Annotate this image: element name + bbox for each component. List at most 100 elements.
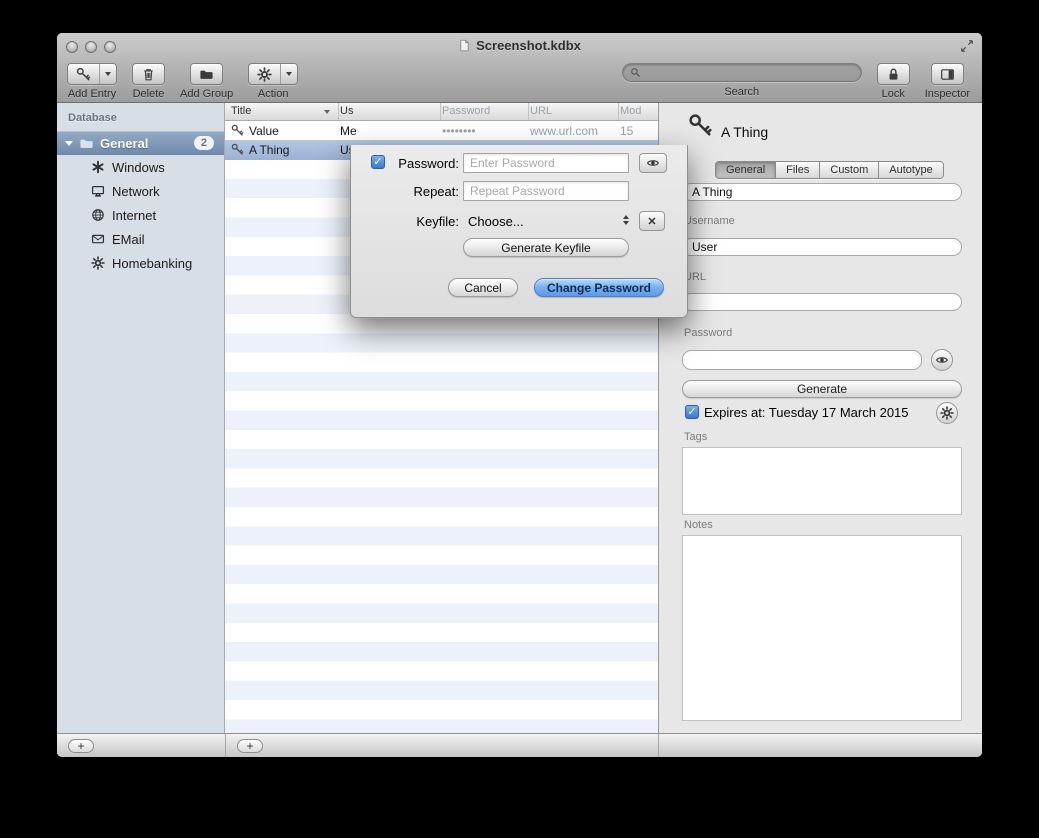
reveal-password-button[interactable] — [931, 349, 953, 371]
sidebar-item-label: Homebanking — [112, 256, 192, 271]
username-label: Username — [684, 215, 735, 227]
entry-title-cell: Value — [249, 124, 279, 138]
group-count-badge: 2 — [194, 136, 214, 150]
add-group-footer-button[interactable]: + — [68, 739, 94, 753]
column-divider[interactable] — [618, 103, 619, 120]
sidebar-item-homebanking[interactable]: Homebanking — [57, 251, 224, 275]
toolbar: Add Entry Delete Add Group Action — [57, 58, 982, 103]
disclosure-triangle-icon[interactable] — [65, 141, 73, 146]
delete-label: Delete — [133, 88, 165, 100]
expires-checkbox[interactable]: ✓ — [685, 405, 699, 419]
lock-button[interactable] — [877, 63, 910, 85]
column-header-password[interactable]: Password — [442, 105, 490, 117]
key-icon — [76, 67, 91, 82]
title-wrap: Screenshot.kdbx — [57, 33, 982, 58]
column-divider[interactable] — [528, 103, 529, 120]
inspector-panel: A Thing General Files Custom Autotype Us… — [658, 103, 982, 733]
inspector-entry-title: A Thing — [721, 124, 768, 140]
add-group-toolbar-item: Add Group — [180, 63, 233, 100]
url-field[interactable] — [682, 293, 962, 311]
search-toolbar-item: Search — [622, 63, 862, 98]
add-group-button[interactable] — [190, 63, 223, 85]
entry-modified-cell: 15 — [620, 124, 633, 138]
entry-username-cell: Me — [340, 124, 357, 138]
folder-icon — [79, 136, 94, 151]
popup-stepper-icon[interactable] — [623, 215, 629, 225]
expires-settings-button[interactable] — [936, 402, 958, 424]
asterisk-icon — [91, 160, 105, 174]
clear-keyfile-button[interactable]: ✕ — [639, 211, 665, 231]
change-password-dialog: ✓ Password: Repeat: Keyfile: Choose... ✕… — [350, 145, 688, 318]
dialog-reveal-password-button[interactable] — [639, 153, 667, 173]
close-button[interactable] — [66, 41, 78, 53]
sidebar-item-internet[interactable]: Internet — [57, 203, 224, 227]
zoom-button[interactable] — [104, 41, 116, 53]
search-icon — [630, 67, 641, 78]
column-header-username[interactable]: Us — [340, 105, 353, 117]
action-label: Action — [258, 88, 289, 100]
change-password-button[interactable]: Change Password — [534, 278, 664, 297]
entry-password-cell: •••••••• — [442, 124, 476, 138]
sidebar-item-label: EMail — [112, 232, 145, 247]
search-input[interactable] — [645, 65, 854, 81]
column-divider[interactable] — [440, 103, 441, 120]
minimize-button[interactable] — [85, 41, 97, 53]
tags-field[interactable] — [682, 447, 962, 515]
sidebar-item-network[interactable]: Network — [57, 179, 224, 203]
fullscreen-icon[interactable] — [960, 39, 974, 53]
search-label: Search — [724, 86, 759, 98]
notes-field[interactable] — [682, 535, 962, 721]
search-field[interactable] — [622, 63, 862, 82]
tab-custom[interactable]: Custom — [820, 162, 879, 178]
chevron-down-icon — [286, 72, 292, 76]
action-button[interactable] — [248, 63, 298, 85]
column-header-modified[interactable]: Mod — [620, 105, 641, 117]
username-field[interactable] — [682, 238, 962, 256]
dialog-password-label: Password: — [387, 156, 459, 171]
inspector-button[interactable] — [931, 63, 964, 85]
lock-toolbar-item: Lock — [877, 63, 910, 100]
add-entry-label: Add Entry — [68, 88, 116, 100]
sidebar-item-email[interactable]: EMail — [57, 227, 224, 251]
notes-label: Notes — [684, 519, 713, 531]
column-header-title[interactable]: Title — [231, 105, 251, 117]
title-field[interactable] — [682, 183, 962, 201]
sort-indicator-icon — [324, 110, 330, 114]
entry-row-value[interactable]: Value Me •••••••• www.url.com 15 — [225, 121, 658, 140]
entry-list-header[interactable]: Title Us Password URL Mod — [225, 103, 658, 121]
cancel-button[interactable]: Cancel — [448, 278, 518, 297]
window-chrome: Screenshot.kdbx Add Entry Delete — [57, 33, 982, 103]
monitor-icon — [91, 184, 105, 198]
gear-icon — [940, 406, 954, 420]
sidebar-item-label: Windows — [112, 160, 165, 175]
password-field[interactable] — [682, 350, 922, 370]
generate-password-button[interactable]: Generate — [682, 380, 962, 398]
column-divider[interactable] — [338, 103, 339, 120]
delete-button[interactable] — [132, 63, 165, 85]
sidebar-item-windows[interactable]: Windows — [57, 155, 224, 179]
delete-toolbar-item: Delete — [132, 63, 165, 100]
key-icon — [231, 124, 244, 137]
titlebar[interactable]: Screenshot.kdbx — [57, 33, 982, 58]
tab-files[interactable]: Files — [776, 162, 820, 178]
tab-autotype[interactable]: Autotype — [879, 162, 942, 178]
password-enabled-checkbox[interactable]: ✓ — [371, 155, 385, 169]
dialog-password-input[interactable] — [463, 153, 629, 173]
document-icon — [458, 39, 471, 52]
gear-icon — [257, 67, 272, 82]
tab-general[interactable]: General — [716, 162, 776, 178]
eye-icon — [935, 353, 949, 367]
keyfile-popup[interactable]: Choose... — [468, 214, 524, 229]
lock-label: Lock — [882, 88, 905, 100]
add-group-label: Add Group — [180, 88, 233, 100]
generate-keyfile-button[interactable]: Generate Keyfile — [463, 238, 629, 257]
add-entry-footer-button[interactable]: + — [237, 739, 263, 753]
tags-label: Tags — [684, 431, 707, 443]
sidebar-group-general[interactable]: General 2 — [57, 131, 224, 155]
app-window: Screenshot.kdbx Add Entry Delete — [57, 33, 982, 757]
entry-key-icon — [688, 113, 713, 138]
dialog-repeat-input[interactable] — [463, 181, 629, 201]
column-header-url[interactable]: URL — [530, 105, 552, 117]
add-entry-button[interactable] — [67, 63, 117, 85]
entry-url-cell: www.url.com — [530, 124, 598, 138]
